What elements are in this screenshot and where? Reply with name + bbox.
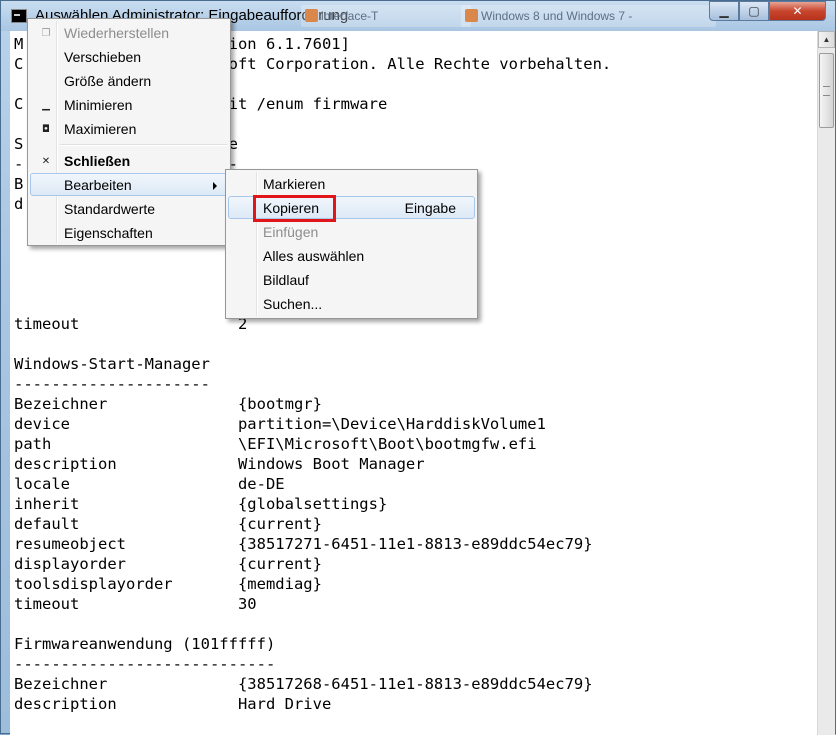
console-line: inherit {globalsettings} <box>14 495 388 513</box>
red-highlight-box <box>253 195 336 222</box>
console-line: Windows-Start-Manager <box>14 355 210 373</box>
menu-item-label: Minimieren <box>64 97 133 113</box>
submenu-item-alles-auswählen[interactable]: Alles auswählen <box>228 244 475 267</box>
submenu-arrow-icon <box>213 182 217 190</box>
menu-item-verschieben[interactable]: Verschieben <box>30 45 228 68</box>
submenu-item-einfügen[interactable]: Einfügen <box>228 220 475 243</box>
menu-item-minimieren[interactable]: ▁ Minimieren <box>30 93 228 116</box>
console-line: description Hard Drive <box>14 695 332 713</box>
menu-item-eigenschaften[interactable]: Eigenschaften <box>30 221 228 244</box>
menu-item-wiederherstellen[interactable]: ❐ Wiederherstellen <box>30 21 228 44</box>
menu-item-label: Schließen <box>64 153 131 169</box>
console-line: device partition=\Device\HarddiskVolume1 <box>14 415 546 433</box>
menu-item-größe-ändern[interactable]: Größe ändern <box>30 69 228 92</box>
console-line: Bezeichner {bootmgr} <box>14 395 322 413</box>
close-button[interactable]: ✕ <box>769 1 826 21</box>
console-line: locale de-DE <box>14 475 285 493</box>
console-line: toolsdisplayorder {memdiag} <box>14 575 322 593</box>
scroll-thumb[interactable] <box>819 53 834 128</box>
submenu-item-markieren[interactable]: Markieren <box>228 172 475 195</box>
console-line: displayorder {current} <box>14 555 322 573</box>
menu-item-label: Bildlauf <box>263 272 309 288</box>
console-line: timeout 2 <box>14 315 248 333</box>
edit-submenu: Markieren Kopieren Eingabe Einfügen Alles au… <box>225 169 478 319</box>
menu-item-label: Suchen... <box>263 296 323 312</box>
menu-item-label: Eigenschaften <box>64 225 153 241</box>
menu-separator <box>60 144 227 146</box>
console-line: resumeobject {38517271-6451-11e1-8813-e8… <box>14 535 593 553</box>
menu-item-label: Maximieren <box>64 121 137 137</box>
console-line: path \EFI\Microsoft\Boot\bootmgfw.efi <box>14 435 537 453</box>
cmd-app-icon[interactable] <box>11 9 27 23</box>
console-line: Bezeichner {38517268-6451-11e1-8813-e89d… <box>14 675 593 693</box>
console-line: B <box>14 175 24 193</box>
menu-item-label: Einfügen <box>263 224 319 240</box>
console-line: --------------------- <box>14 375 210 393</box>
submenu-item-bildlauf[interactable]: Bildlauf <box>228 268 475 291</box>
menu-item-maximieren[interactable]: ◘ Maximieren <box>30 117 228 140</box>
console-line: default {current} <box>14 515 322 533</box>
console-line: timeout 30 <box>14 595 257 613</box>
menu-item-label: Standardwerte <box>64 201 156 217</box>
scroll-up-arrow-icon[interactable]: ▲ <box>818 31 835 48</box>
menu-item-icon: ❐ <box>41 28 51 39</box>
menu-item-label: Verschieben <box>64 49 142 65</box>
menu-item-label: Größe ändern <box>64 73 152 89</box>
console-line: Firmwareanwendung (101fffff) <box>14 635 276 653</box>
maximize-button[interactable]: ▢ <box>739 1 769 21</box>
menu-item-shortcut: Eingabe <box>404 200 456 216</box>
menu-item-icon: ✕ <box>41 156 51 167</box>
console-line: description Windows Boot Manager <box>14 455 425 473</box>
system-menu: ❐ Wiederherstellen Verschieben Größe ändern… <box>27 18 231 246</box>
menu-item-bearbeiten[interactable]: Bearbeiten <box>30 173 228 196</box>
menu-item-standardwerte[interactable]: Standardwerte <box>30 197 228 220</box>
vertical-scrollbar[interactable]: ▲ <box>817 31 835 735</box>
menu-item-label: Wiederherstellen <box>64 25 170 41</box>
minimize-button[interactable]: ▁ <box>709 1 739 21</box>
background-window-tab: interface-T <box>301 5 471 27</box>
menu-item-label: Alles auswählen <box>263 248 365 264</box>
menu-item-icon: ◘ <box>42 124 50 135</box>
menu-item-label: Markieren <box>263 176 326 192</box>
submenu-item-suchen[interactable]: Suchen... <box>228 292 475 315</box>
menu-item-icon: ▁ <box>42 100 50 111</box>
console-line: ---------------------------- <box>14 655 276 673</box>
background-window-tab: Windows 8 und Windows 7 - <box>461 5 716 27</box>
menu-item-schließen[interactable]: ✕ Schließen <box>30 149 228 172</box>
menu-item-label: Bearbeiten <box>64 177 132 193</box>
console-line: d <box>14 195 24 213</box>
